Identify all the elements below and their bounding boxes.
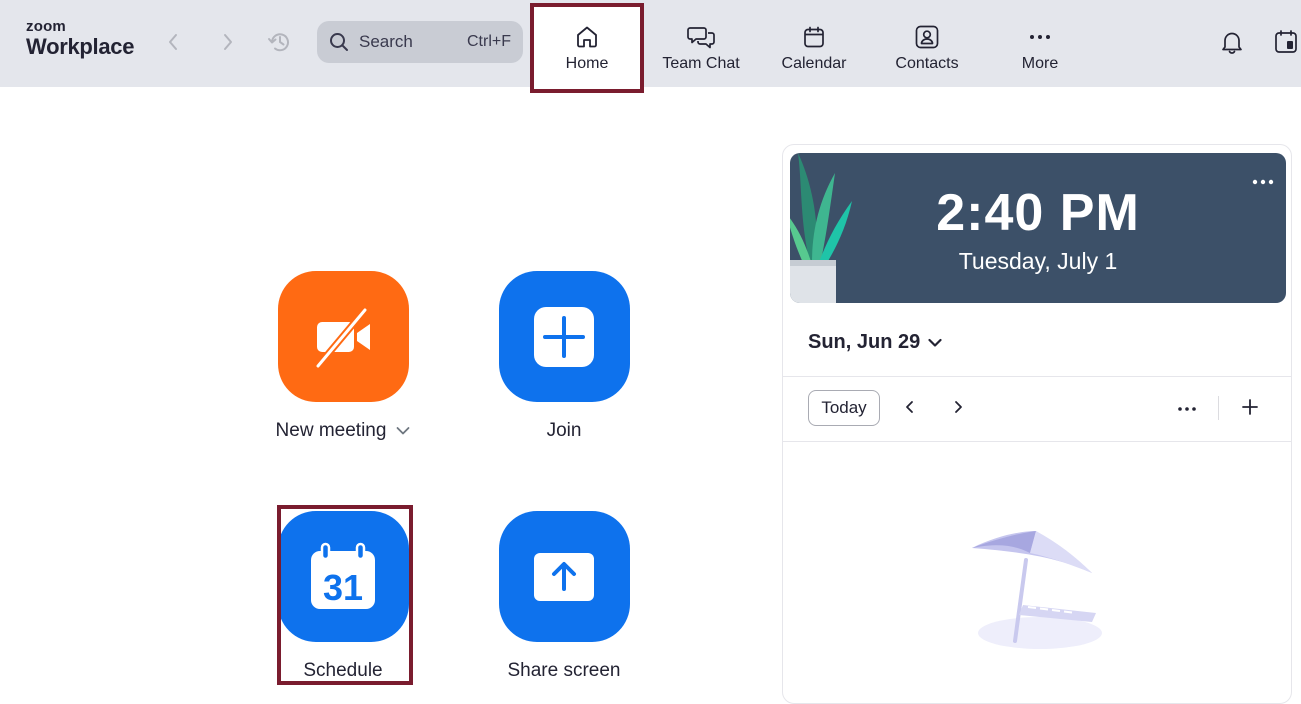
share-screen-label: Share screen (507, 660, 621, 681)
tab-more[interactable]: More (984, 0, 1096, 87)
chevron-down-icon[interactable] (396, 426, 410, 436)
chevron-right-icon (955, 401, 962, 413)
chevron-right-icon (224, 34, 232, 50)
search-label: Search (359, 32, 413, 51)
tab-home-label: Home (565, 55, 609, 72)
chevron-left-icon (906, 401, 913, 413)
tab-team-chat[interactable]: Team Chat (645, 0, 757, 87)
calendar-icon (804, 26, 824, 48)
clock-date: Tuesday, July 1 (958, 248, 1118, 274)
schedule-day-number: 31 (323, 567, 363, 608)
chevron-left-icon (169, 34, 177, 50)
search-shortcut: Ctrl+F (467, 33, 511, 50)
join-action[interactable]: Join (474, 271, 654, 442)
schedule-button[interactable]: 31 (277, 511, 409, 642)
back-button[interactable] (160, 29, 186, 55)
new-meeting-label: New meeting (275, 420, 387, 441)
notifications-button[interactable] (1218, 28, 1246, 56)
calendar-widget-button[interactable] (1272, 28, 1300, 56)
search-icon (330, 33, 348, 51)
forward-button[interactable] (215, 29, 241, 55)
tab-contacts[interactable]: Contacts (871, 0, 983, 87)
more-horizontal-icon (1252, 179, 1274, 185)
bell-icon (1222, 32, 1242, 54)
previous-day-button[interactable] (900, 397, 920, 422)
next-day-button[interactable] (948, 397, 968, 422)
plus-icon (534, 306, 594, 367)
tab-team-chat-label: Team Chat (662, 55, 740, 72)
chevron-down-icon (928, 338, 942, 347)
chat-icon (687, 27, 715, 49)
divider (783, 441, 1291, 442)
history-button[interactable] (267, 29, 293, 55)
logo-workplace: Workplace (26, 34, 135, 59)
schedule-calendar-icon: 31 (311, 542, 375, 609)
top-bar: zoom Workplace Search Ctrl+F Home Team C… (0, 0, 1301, 93)
calendar-more-button[interactable] (1177, 399, 1197, 424)
history-icon (268, 33, 289, 52)
more-icon (1030, 35, 1050, 39)
share-screen-icon (534, 552, 594, 601)
schedule-action[interactable]: 31 Schedule (253, 511, 433, 682)
new-meeting-action[interactable]: New meeting (253, 271, 433, 442)
contacts-icon (915, 25, 939, 49)
clock-card-more-button[interactable] (1252, 173, 1274, 191)
toolbar-separator (1218, 396, 1219, 420)
tab-calendar-label: Calendar (781, 55, 847, 72)
more-horizontal-icon (1178, 407, 1196, 411)
join-label: Join (546, 420, 582, 441)
plus-icon (1242, 399, 1258, 415)
app-logo: zoom Workplace (26, 19, 134, 58)
beach-umbrella-icon (972, 531, 1102, 649)
tab-calendar[interactable]: Calendar (758, 0, 870, 87)
video-off-icon (314, 306, 370, 369)
logo-zoom: zoom (26, 18, 66, 35)
tab-more-label: More (1021, 55, 1059, 72)
clock-card: 2:40 PM Tuesday, July 1 (790, 153, 1286, 303)
selected-date: Sun, Jun 29 (808, 331, 921, 353)
tab-contacts-label: Contacts (895, 55, 959, 72)
search-bar[interactable]: Search Ctrl+F (317, 21, 523, 63)
calendar-panel: 2:40 PM Tuesday, July 1 Sun, Jun 29 Toda… (782, 144, 1292, 704)
date-selector[interactable]: Sun, Jun 29 (808, 331, 942, 354)
no-meetings-illustration (968, 525, 1108, 660)
add-event-button[interactable] (1240, 397, 1260, 422)
share-screen-button[interactable] (498, 511, 630, 642)
share-screen-action[interactable]: Share screen (474, 511, 654, 682)
today-button[interactable]: Today (808, 390, 880, 426)
schedule-label: Schedule (303, 660, 383, 681)
divider (783, 376, 1291, 377)
join-button[interactable] (498, 271, 630, 402)
clock-time: 2:40 PM (936, 184, 1140, 242)
tab-home[interactable]: Home (530, 3, 644, 93)
new-meeting-button[interactable] (277, 271, 409, 402)
home-icon (577, 26, 597, 48)
calendar-panel-icon (1275, 30, 1297, 53)
